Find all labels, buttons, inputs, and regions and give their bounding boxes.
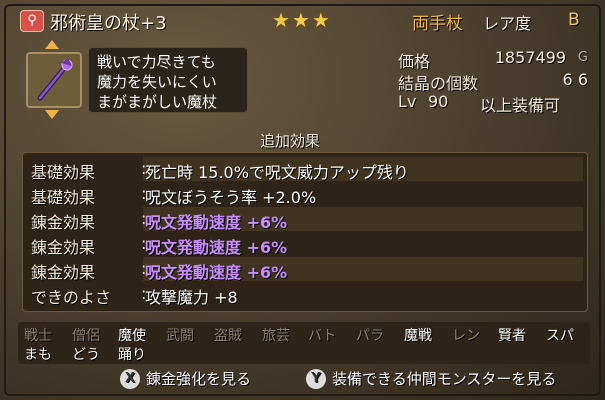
crystal-value: 6 6 bbox=[562, 70, 588, 89]
job-warrior: 戦士 bbox=[24, 328, 52, 344]
job-sage: 賢者 bbox=[498, 328, 526, 344]
item-description: 戦いで力尽きても 魔力を失いにくい まがまがしい魔杖 bbox=[88, 47, 248, 113]
item-stats: 価格 1857499 G 結晶の個数 6 6 Lv 90 以上装備可 bbox=[398, 48, 588, 115]
level-suffix: 以上装備可 bbox=[480, 96, 561, 115]
job-dancer: 踊り bbox=[118, 347, 146, 363]
job-ranger: レン bbox=[452, 328, 480, 344]
item-header: ⚲ 邪術皇の杖+3 ★★★ 両手杖 レア度 B bbox=[20, 8, 592, 34]
effect-label: 錬金効果 bbox=[31, 263, 96, 282]
view-monsters-label: 装備できる仲間モンスターを見る bbox=[332, 370, 557, 388]
effects-table: 基礎効果 : 死亡時 15.0%で呪文威力アップ残り 基礎効果 : 呪文ぼうそう… bbox=[22, 152, 588, 312]
job-thief: 盗賊 bbox=[214, 328, 242, 344]
job-superstar: スパ bbox=[546, 328, 574, 344]
staff-icon-graphic bbox=[37, 58, 73, 101]
effect-label: 基礎効果 bbox=[31, 163, 96, 182]
job-mage: 魔使 bbox=[118, 328, 146, 344]
extra-effects-header: 追加効果 bbox=[260, 132, 321, 150]
level-value: 90 bbox=[428, 92, 449, 111]
effect-label: できのよさ bbox=[31, 288, 112, 307]
effect-value: 呪文ぼうそう率 +2.0% bbox=[145, 188, 317, 207]
rarity-value: B bbox=[568, 10, 580, 30]
rarity-label: レア度 bbox=[483, 14, 532, 33]
effect-row: 錬金効果 : 呪文発動速度 +6% bbox=[23, 207, 587, 232]
effect-row: 基礎効果 : 呪文ぼうそう率 +2.0% bbox=[31, 184, 317, 207]
job-minstrel: 旅芸 bbox=[262, 328, 290, 344]
price-value: 1857499 bbox=[494, 48, 566, 67]
price-row: 価格 1857499 G bbox=[398, 48, 588, 71]
description-line: まがまがしい魔杖 bbox=[97, 93, 218, 111]
description-line: 魔力を失いにくい bbox=[97, 73, 217, 91]
gold-unit: G bbox=[577, 50, 588, 65]
job-monster-master: まも bbox=[24, 347, 52, 363]
rarity-stars: ★★★ bbox=[272, 8, 332, 32]
item-name: 邪術皇の杖+3 bbox=[50, 13, 167, 34]
effect-row: 基礎効果 : 死亡時 15.0%で呪文威力アップ残り bbox=[23, 157, 587, 182]
effect-row: できのよさ : 攻撃魔力 +8 bbox=[31, 284, 238, 307]
y-button-icon: Y bbox=[306, 369, 326, 389]
effect-row: 錬金効果 : 呪文発動速度 +6% bbox=[23, 257, 587, 282]
effect-label: 基礎効果 bbox=[31, 188, 96, 207]
crystal-label: 結晶の個数 bbox=[398, 74, 479, 93]
level-label: Lv bbox=[398, 92, 417, 111]
effect-label: 錬金効果 bbox=[31, 213, 96, 232]
description-line: 戦いで力尽きても bbox=[97, 53, 216, 71]
equippable-jobs: 戦士 僧侶 魔使 武闘 盗賊 旅芸 バト パラ 魔戦 レン 賢者 スパ まも ど… bbox=[18, 322, 590, 364]
effect-value: 死亡時 15.0%で呪文威力アップ残り bbox=[145, 163, 409, 182]
job-gadabout: どう bbox=[72, 347, 100, 363]
level-row: Lv 90 以上装備可 bbox=[398, 92, 588, 115]
job-martial-artist: 武闘 bbox=[166, 328, 194, 344]
effect-label: 錬金効果 bbox=[31, 238, 96, 257]
effect-value: 呪文発動速度 +6% bbox=[145, 263, 288, 282]
scroll-down-arrow-icon[interactable] bbox=[45, 110, 59, 119]
crystal-row: 結晶の個数 6 6 bbox=[398, 70, 588, 93]
key-icon: ⚲ bbox=[20, 10, 44, 32]
job-priest: 僧侶 bbox=[72, 328, 100, 344]
effect-value: 呪文発動速度 +6% bbox=[145, 213, 288, 232]
job-armamentalist: 魔戦 bbox=[404, 328, 432, 344]
price-label: 価格 bbox=[398, 52, 431, 71]
effect-row: 錬金効果 : 呪文発動速度 +6% bbox=[31, 234, 288, 257]
weapon-type: 両手杖 bbox=[412, 14, 463, 34]
effect-value: 呪文発動速度 +6% bbox=[145, 238, 288, 257]
staff-icon bbox=[26, 52, 82, 108]
view-alchemy-label: 錬金強化を見る bbox=[146, 370, 252, 388]
effect-value: 攻撃魔力 +8 bbox=[145, 288, 238, 307]
job-battle-master: バト bbox=[308, 328, 337, 344]
x-button-icon: X bbox=[120, 369, 140, 389]
job-paladin: パラ bbox=[356, 328, 384, 344]
scroll-up-arrow-icon[interactable] bbox=[45, 40, 59, 49]
